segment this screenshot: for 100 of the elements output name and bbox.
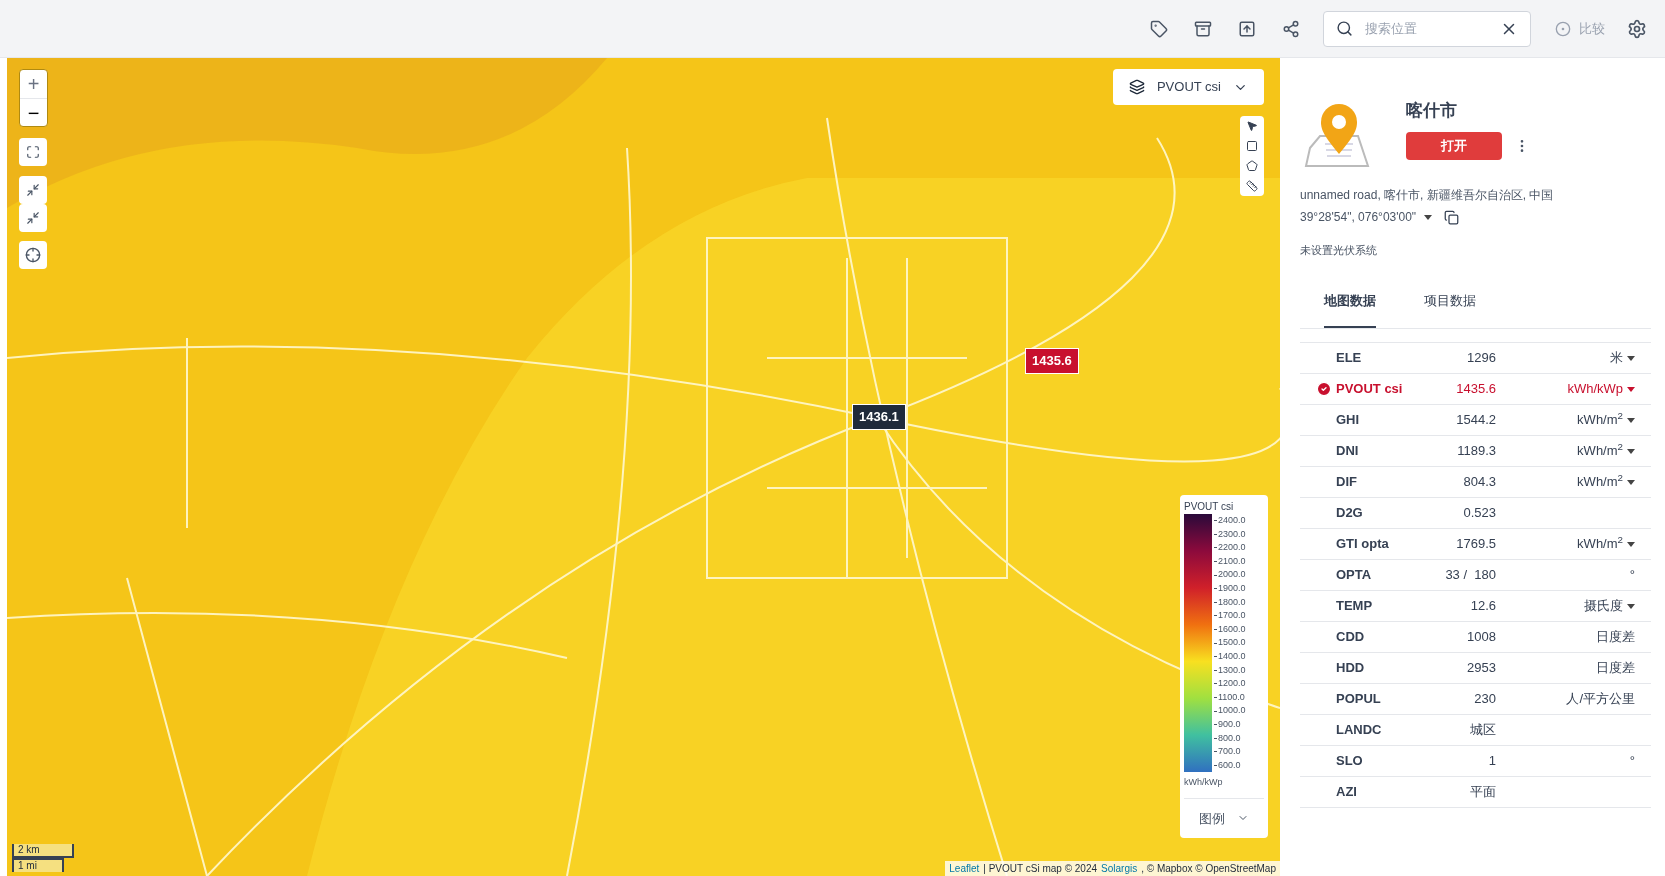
value-marker[interactable]: 1435.6 <box>1025 348 1079 374</box>
caret-icon[interactable] <box>1627 603 1635 609</box>
legend-toggle[interactable]: 图例 <box>1184 797 1264 838</box>
data-row[interactable]: PVOUT csi 1435.6 kWh/kWp <box>1300 374 1651 405</box>
compress-button[interactable] <box>19 204 47 232</box>
row-label: PVOUT csi <box>1336 380 1404 399</box>
search-icon <box>1336 20 1353 37</box>
row-label: SLO <box>1336 752 1364 771</box>
legend-tick: 1500.0 <box>1218 636 1246 650</box>
row-value: 230 <box>1473 690 1496 709</box>
legend-tick: 900.0 <box>1218 717 1241 731</box>
data-row[interactable]: GTI opta 1769.5 kWh/m$^{2}$ <box>1300 529 1651 560</box>
attribution-link[interactable]: Solargis <box>1101 861 1138 876</box>
caret-icon[interactable] <box>1627 541 1635 547</box>
layers-icon <box>1128 79 1145 95</box>
layer-select[interactable]: PVOUT csi <box>1112 69 1264 105</box>
caret-icon[interactable] <box>1627 355 1635 361</box>
data-row[interactable]: SLO 1 ° <box>1300 746 1651 777</box>
legend-tick: 1400.0 <box>1218 649 1246 663</box>
square-icon[interactable] <box>1246 140 1258 152</box>
legend-tick: 1800.0 <box>1218 595 1246 609</box>
row-unit: 人/平方公里 <box>1566 690 1635 709</box>
compress-button[interactable] <box>19 176 47 204</box>
row-value: 33 / 180 <box>1444 566 1496 585</box>
compress-icon <box>26 183 40 197</box>
caret-icon[interactable] <box>1627 386 1635 392</box>
data-row[interactable]: TEMP 12.6 摄氏度 <box>1300 591 1651 622</box>
pointer-icon[interactable] <box>1246 120 1258 132</box>
data-row[interactable]: GHI 1544.2 kWh/m$^{2}$ <box>1300 405 1651 436</box>
data-row[interactable]: POPUL 230 人/平方公里 <box>1300 684 1651 715</box>
data-row[interactable]: D2G 0.523 <box>1300 498 1651 529</box>
compare-icon <box>1555 20 1571 37</box>
row-label: OPTA <box>1336 566 1373 585</box>
row-label: CDD <box>1336 628 1366 647</box>
open-button[interactable]: 打开 <box>1406 131 1502 160</box>
row-value: 12.6 <box>1469 597 1496 616</box>
row-unit: ° <box>1629 566 1635 585</box>
legend-tick: 2200.0 <box>1218 541 1246 555</box>
data-row[interactable]: DIF 804.3 kWh/m$^{2}$ <box>1300 467 1651 498</box>
copy-icon[interactable] <box>1444 209 1460 225</box>
row-unit: 日度差 <box>1596 659 1635 678</box>
data-row[interactable]: LANDC 城区 <box>1300 715 1651 746</box>
legend-tick: 1900.0 <box>1218 581 1246 595</box>
legend-tick: 800.0 <box>1218 731 1241 745</box>
legend-title: PVOUT csi <box>1184 500 1235 514</box>
panel-tab[interactable]: 地图数据 <box>1324 290 1376 328</box>
attribution-text: | PVOUT cSi map © 2024 <box>983 862 1098 876</box>
value-marker[interactable]: 1436.1 <box>852 404 906 430</box>
compress-icon <box>26 211 40 225</box>
zoom-out-button[interactable]: − <box>20 98 47 126</box>
row-label: AZI <box>1336 783 1358 802</box>
caret-icon[interactable] <box>1627 448 1635 454</box>
row-label: LANDC <box>1336 721 1383 740</box>
row-value: 1435.6 <box>1455 380 1496 399</box>
polygon-icon[interactable] <box>1246 160 1258 172</box>
row-unit: kWh/m$^{2}$ <box>1577 534 1623 554</box>
data-row[interactable]: DNI 1189.3 kWh/m$^{2}$ <box>1300 436 1651 467</box>
place-title: 喀什市 <box>1406 100 1458 122</box>
row-unit: kWh/m$^{2}$ <box>1577 441 1623 461</box>
data-row[interactable]: CDD 1008 日度差 <box>1300 622 1651 653</box>
caret-icon[interactable] <box>1424 214 1433 220</box>
legend-tick: 2400.0 <box>1218 514 1246 527</box>
search-bar[interactable]: 搜索位置 <box>1323 10 1531 47</box>
legend-tick: 1100.0 <box>1218 690 1245 704</box>
caret-icon[interactable] <box>1627 417 1635 423</box>
search-field[interactable]: 搜索位置 <box>1365 18 1488 39</box>
row-label: POPUL <box>1336 690 1382 709</box>
row-value: 1008 <box>1466 628 1496 647</box>
row-label: DNI <box>1336 442 1360 461</box>
row-label: HDD <box>1336 659 1366 678</box>
data-row[interactable]: HDD 2953 日度差 <box>1300 653 1651 684</box>
check-icon <box>1316 381 1332 397</box>
data-row[interactable]: ELE 1296 米 <box>1300 343 1651 374</box>
row-value: 0.523 <box>1462 504 1496 523</box>
coordinates-text: 39°28'54", 076°03'00" <box>1300 209 1417 226</box>
legend-tick: 1000.0 <box>1218 704 1246 718</box>
ruler-icon[interactable] <box>1246 180 1258 192</box>
legend-tick: 700.0 <box>1218 745 1241 759</box>
row-value: 平面 <box>1469 783 1496 802</box>
legend-tick: 1600.0 <box>1218 622 1246 636</box>
attribution-link[interactable]: Leaflet <box>949 861 980 876</box>
fullscreen-button[interactable] <box>19 138 47 166</box>
row-unit: kWh/m$^{2}$ <box>1577 410 1623 430</box>
data-row[interactable]: OPTA 33 / 180 ° <box>1300 560 1651 591</box>
row-label: ELE <box>1336 349 1363 368</box>
panel-tab[interactable]: 项目数据 <box>1424 290 1476 328</box>
legend-tick: 1300.0 <box>1218 663 1246 677</box>
locate-button[interactable] <box>19 241 47 269</box>
row-value: 1296 <box>1466 349 1496 368</box>
row-label: D2G <box>1336 504 1364 523</box>
row-value: 2953 <box>1466 659 1496 678</box>
data-row[interactable]: AZI 平面 <box>1300 777 1651 808</box>
row-unit: 米 <box>1610 349 1623 368</box>
row-label: GHI <box>1336 411 1361 430</box>
row-unit: kWh/m$^{2}$ <box>1577 472 1623 492</box>
row-value: 城区 <box>1469 721 1496 740</box>
address-text: unnamed road, 喀什市, 新疆维吾尔自治区, 中国 <box>1300 187 1555 204</box>
caret-icon[interactable] <box>1627 479 1635 485</box>
legend-tick: 2100.0 <box>1218 554 1246 568</box>
scale-label: 2 km <box>12 844 74 858</box>
